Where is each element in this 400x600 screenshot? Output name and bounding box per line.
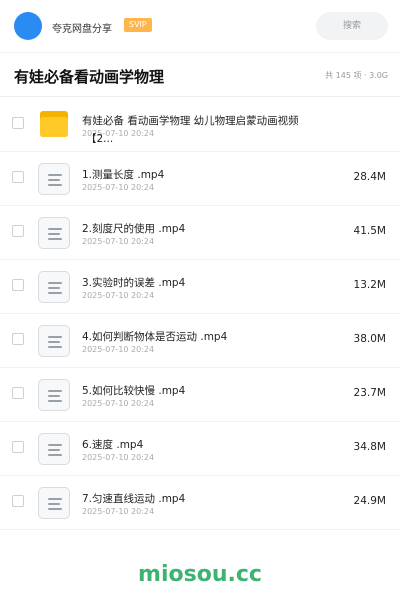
video-file-icon [38,217,70,249]
list-item[interactable]: 1.测量长度 .mp4 2025-07-10 20:24 28.4M [0,151,400,206]
list-item[interactable]: 7.匀速直线运动 .mp4 2025-07-10 20:24 24.9M [0,475,400,530]
item-size: 34.8M [353,441,386,453]
list-item[interactable]: 3.实验时的误差 .mp4 2025-07-10 20:24 13.2M [0,259,400,314]
select-checkbox[interactable] [12,387,24,399]
video-file-icon [38,271,70,303]
item-size: 38.0M [353,333,386,345]
app-header: 夸克网盘分享 SVIP 搜索 [0,0,400,53]
search-button[interactable]: 搜索 [316,12,388,40]
item-size: 13.2M [353,279,386,291]
item-name-continued: 【2... [86,133,114,145]
list-item[interactable]: 4.如何判断物体是否运动 .mp4 2025-07-10 20:24 38.0M [0,313,400,368]
video-file-icon [38,379,70,411]
item-size: 23.7M [353,387,386,399]
select-checkbox[interactable] [12,171,24,183]
item-date: 2025-07-10 20:24 [82,291,155,300]
list-item[interactable]: 5.如何比较快慢 .mp4 2025-07-10 20:24 23.7M [0,367,400,422]
item-name: 2.刻度尺的使用 .mp4 [82,223,186,235]
video-file-icon [38,163,70,195]
list-item[interactable]: 2.刻度尺的使用 .mp4 2025-07-10 20:24 41.5M [0,205,400,260]
select-checkbox[interactable] [12,441,24,453]
select-checkbox[interactable] [12,117,24,129]
select-checkbox[interactable] [12,225,24,237]
item-date: 2025-07-10 20:24 [82,345,155,354]
select-checkbox[interactable] [12,495,24,507]
item-date: 2025-07-10 20:24 [82,183,155,192]
item-date: 2025-07-10 20:24 [82,237,155,246]
page-title: 有娃必备看动画学物理 [14,68,165,86]
item-size: 41.5M [353,225,386,237]
video-file-icon [38,433,70,465]
item-name: 5.如何比较快慢 .mp4 [82,385,186,397]
select-checkbox[interactable] [12,279,24,291]
site-watermark: miosou.cc [138,562,262,587]
item-name: 4.如何判断物体是否运动 .mp4 [82,331,228,343]
folder-icon [40,111,68,137]
video-file-icon [38,325,70,357]
item-name: 6.速度 .mp4 [82,439,144,451]
item-name: 1.测量长度 .mp4 [82,169,165,181]
list-item[interactable]: 6.速度 .mp4 2025-07-10 20:24 34.8M [0,421,400,476]
brand-name: 夸克网盘分享 [52,24,112,35]
item-date: 2025-07-10 20:24 [82,453,155,462]
item-name: 7.匀速直线运动 .mp4 [82,493,186,505]
item-name: 3.实验时的误差 .mp4 [82,277,186,289]
list-item-folder[interactable]: 有娃必备 看动画学物理 幼儿物理启蒙动画视频 2025-07-10 20:24 … [0,97,400,152]
folder-meta: 共 145 项 · 3.0G [325,71,388,80]
item-date: 2025-07-10 20:24 [82,399,155,408]
item-name: 有娃必备 看动画学物理 幼儿物理启蒙动画视频 [82,115,299,127]
item-size: 28.4M [353,171,386,183]
svip-badge: SVIP [124,18,152,32]
item-date: 2025-07-10 20:24 [82,507,155,516]
item-size: 24.9M [353,495,386,507]
folder-title-bar: 有娃必备看动画学物理 共 145 项 · 3.0G [0,52,400,97]
avatar[interactable] [14,12,42,40]
select-checkbox[interactable] [12,333,24,345]
video-file-icon [38,487,70,519]
